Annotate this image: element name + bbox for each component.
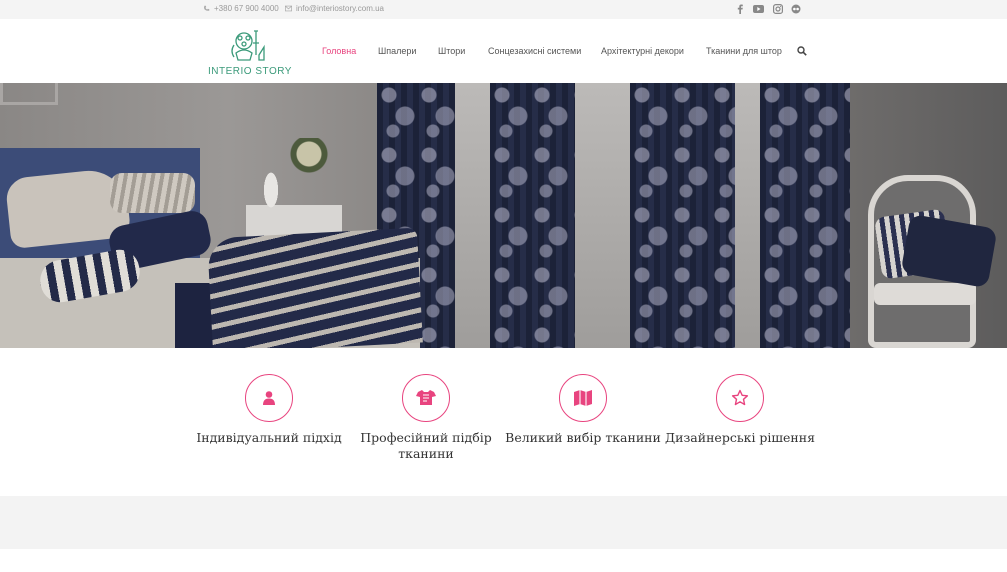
nav-item-curtain-fabrics[interactable]: Тканини для штор: [706, 46, 782, 56]
email-address: info@interiostory.com.ua: [296, 4, 385, 13]
feature-icon-circle: [402, 374, 450, 422]
phone-icon: [203, 5, 210, 11]
feature-professional-selection: Професійний підбір тканини: [346, 374, 506, 462]
nav-item-home[interactable]: Головна: [322, 46, 356, 56]
site-logo[interactable]: INTERIO STORY: [204, 27, 296, 77]
phone-number: +380 67 900 4000: [214, 4, 279, 13]
facebook-icon[interactable]: [734, 3, 746, 15]
top-bar: +380 67 900 4000 info@interiostory.com.u…: [0, 0, 1007, 19]
email-contact[interactable]: info@interiostory.com.ua: [285, 4, 384, 13]
feature-design-solutions: Дизайнерські рішення: [660, 374, 820, 446]
feature-title: Дизайнерські рішення: [665, 430, 815, 445]
page-bottom: [0, 549, 1007, 572]
logo-emblem-icon: [231, 30, 265, 61]
map-icon: [574, 390, 592, 406]
nav-item-curtains[interactable]: Штори: [438, 46, 465, 56]
envelope-icon: [285, 5, 292, 12]
feature-wide-choice: Великий вибір тканини: [503, 374, 663, 446]
feature-title: Професійний підбір тканини: [360, 430, 492, 461]
feature-icon-circle: [716, 374, 764, 422]
feature-individual-approach: Індивідуальний підхід: [189, 374, 349, 446]
nav-item-architectural-decor[interactable]: Архітектурні декори: [601, 46, 684, 56]
nav-item-sun-protection[interactable]: Сонцезахисні системи: [488, 46, 581, 56]
shirt-icon: [416, 390, 436, 405]
site-header: INTERIO STORY Головна Шпалери Штори Сонц…: [0, 19, 1007, 83]
search-icon[interactable]: [797, 46, 807, 56]
feature-title: Індивідуальний підхід: [196, 430, 342, 445]
phone-contact[interactable]: +380 67 900 4000: [203, 4, 279, 13]
feature-icon-circle: [245, 374, 293, 422]
feature-title: Великий вибір тканини: [505, 430, 661, 445]
features-section: Індивідуальний підхід Професійний підбір…: [0, 348, 1007, 496]
hero-banner-image: [0, 83, 1007, 348]
content-band: [0, 496, 1007, 549]
youtube-icon[interactable]: [752, 3, 764, 15]
feature-icon-circle: [559, 374, 607, 422]
nav-item-wallpapers[interactable]: Шпалери: [378, 46, 416, 56]
star-icon: [731, 389, 749, 406]
logo-text: INTERIO STORY: [208, 66, 292, 77]
instagram-icon[interactable]: [772, 3, 784, 15]
user-icon: [263, 391, 275, 405]
tripadvisor-icon[interactable]: [790, 3, 802, 15]
